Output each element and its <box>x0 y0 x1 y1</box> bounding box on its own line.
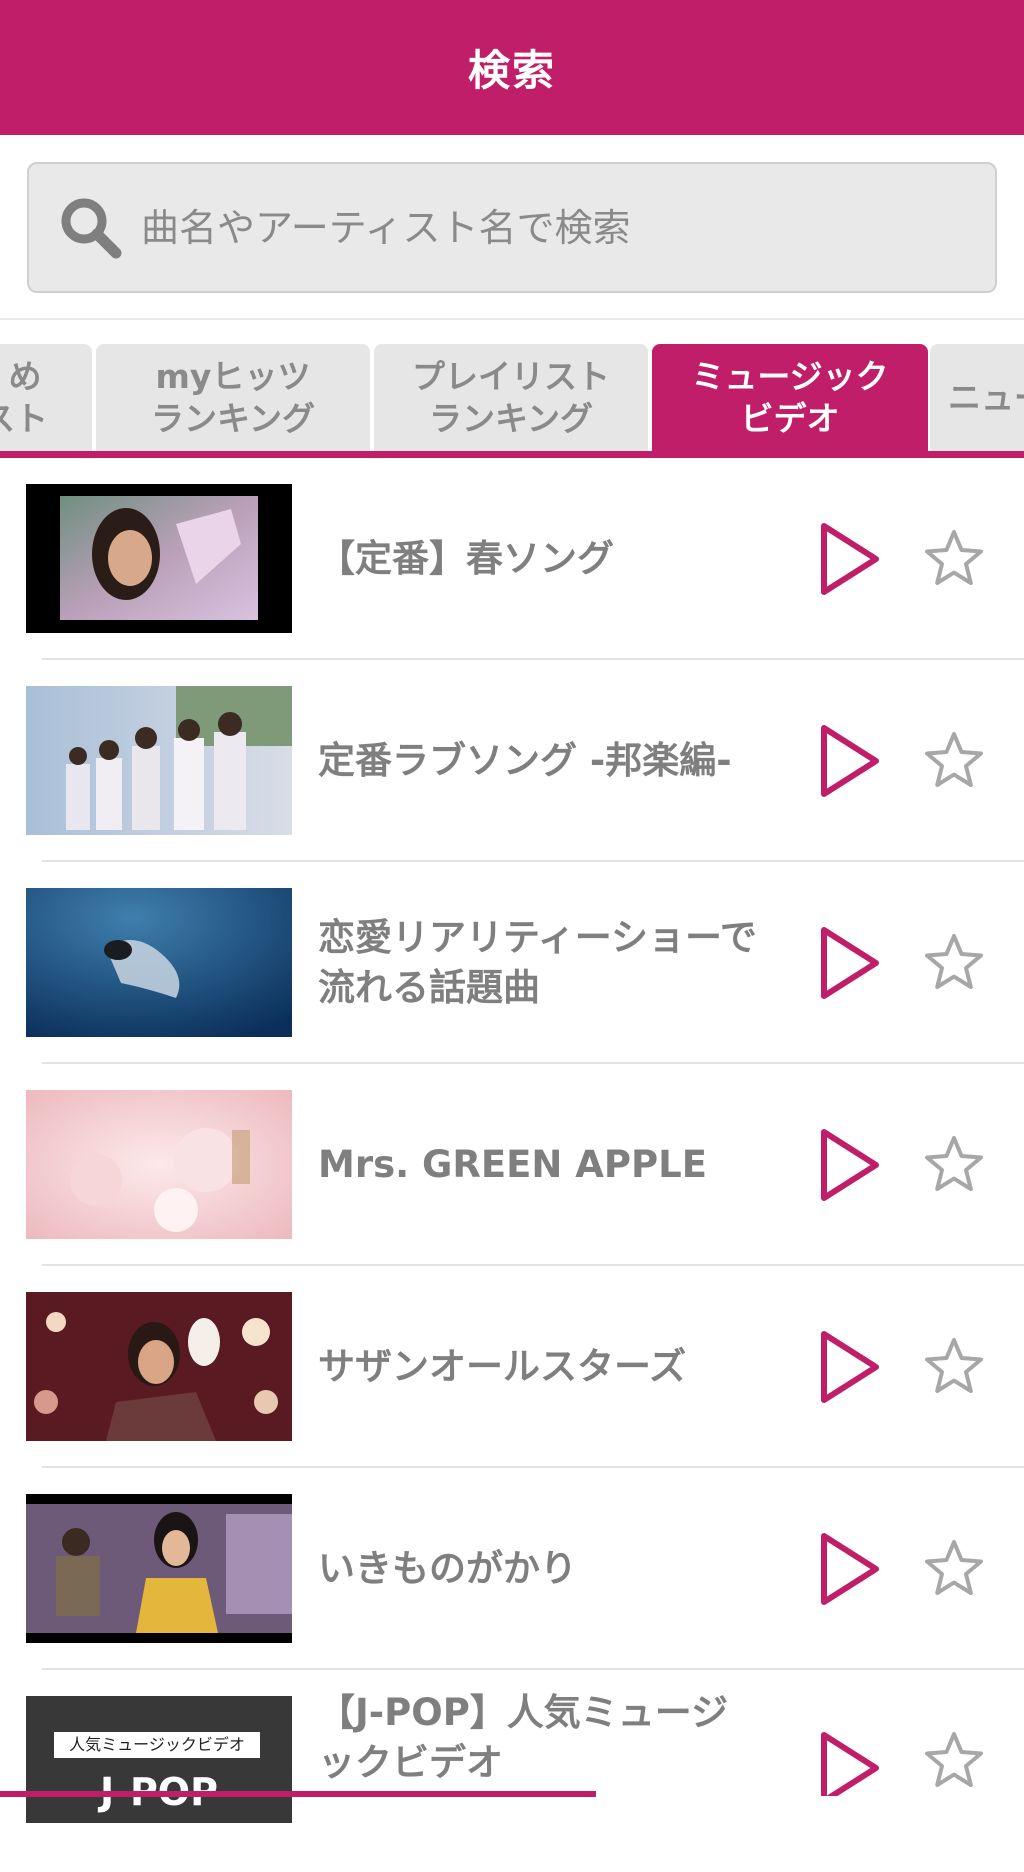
list-item[interactable]: 定番ラブソング -邦楽編- <box>0 660 1024 862</box>
play-icon[interactable] <box>810 1528 890 1610</box>
list-item[interactable]: いきものがかり <box>0 1468 1024 1670</box>
tab-playlist-ranking[interactable]: プレイリスト ランキング <box>374 344 648 451</box>
star-icon[interactable] <box>916 1326 992 1406</box>
item-title[interactable]: いきものがかり <box>318 1468 763 1670</box>
item-title[interactable]: Mrs. GREEN APPLE <box>318 1064 763 1266</box>
tab-label-line2: ビデオ <box>740 398 840 438</box>
tab-label-line2: ランキング <box>150 398 315 438</box>
star-icon[interactable] <box>916 1124 992 1204</box>
app-header: 検索 <box>0 0 1024 135</box>
thumbnail-caption: 人気ミュージックビデオ <box>69 1735 245 1754</box>
thumbnail-image[interactable]: 人気ミュージックビデオ J-POP <box>26 1696 292 1823</box>
star-icon[interactable] <box>916 922 992 1002</box>
list-item[interactable]: Mrs. GREEN APPLE <box>0 1064 1024 1266</box>
tab-label-line1: myヒッツ <box>155 356 311 396</box>
tab-new[interactable]: ニュー <box>930 344 1024 451</box>
star-icon[interactable] <box>916 720 992 800</box>
search-icon <box>55 192 127 264</box>
thumbnail-image[interactable] <box>26 888 292 1037</box>
thumbnail-image[interactable] <box>26 1090 292 1239</box>
tab-label-line1: ニュー <box>948 377 1024 417</box>
play-icon[interactable] <box>810 518 890 600</box>
list-item[interactable]: サザンオールスターズ <box>0 1266 1024 1468</box>
tab-label-line1: め <box>8 356 42 396</box>
search-box[interactable] <box>27 162 997 293</box>
thumbnail-image[interactable] <box>26 686 292 835</box>
thumbnail-image[interactable] <box>26 484 292 633</box>
item-title[interactable]: サザンオールスターズ <box>318 1266 763 1468</box>
tab-label-line2: スト <box>0 398 48 438</box>
item-title[interactable]: 定番ラブソング -邦楽編- <box>318 660 763 862</box>
list-item[interactable]: 【定番】春ソング <box>0 458 1024 660</box>
play-icon[interactable] <box>810 1124 890 1206</box>
play-icon[interactable] <box>810 720 890 802</box>
list-item[interactable]: 恋愛リアリティーショーで流れる話題曲 <box>0 862 1024 1064</box>
play-icon[interactable] <box>810 1730 890 1796</box>
tab-music-video[interactable]: ミュージック ビデオ <box>652 344 928 451</box>
tab-label-line1: ミュージック <box>691 356 889 396</box>
tabs-underline <box>0 451 1024 458</box>
search-section <box>0 135 1024 320</box>
page-title: 検索 <box>467 46 556 95</box>
play-icon[interactable] <box>810 1326 890 1408</box>
tab-recommended-list[interactable]: め スト <box>0 344 92 451</box>
play-icon[interactable] <box>810 922 890 1004</box>
star-icon[interactable] <box>916 1730 992 1796</box>
tab-my-hits-ranking[interactable]: myヒッツ ランキング <box>96 344 370 451</box>
thumbnail-image[interactable] <box>26 1494 292 1643</box>
item-title[interactable]: 【定番】春ソング <box>318 458 763 660</box>
category-tabs: め スト myヒッツ ランキング プレイリスト ランキング ミュージック ビデオ… <box>0 320 1024 458</box>
item-title[interactable]: 【J-POP】人気ミュージックビデオ <box>318 1670 763 1810</box>
tab-label-line1: プレイリスト <box>412 356 610 396</box>
tab-label-line2: ランキング <box>428 398 593 438</box>
list-item[interactable]: 人気ミュージックビデオ J-POP 【J-POP】人気ミュージックビデオ <box>0 1670 1024 1872</box>
bottom-indicator <box>0 1791 596 1797</box>
star-icon[interactable] <box>916 1528 992 1608</box>
search-input[interactable] <box>141 164 995 291</box>
thumbnail-image[interactable] <box>26 1292 292 1441</box>
star-icon[interactable] <box>916 518 992 598</box>
item-title[interactable]: 恋愛リアリティーショーで流れる話題曲 <box>318 862 763 1064</box>
